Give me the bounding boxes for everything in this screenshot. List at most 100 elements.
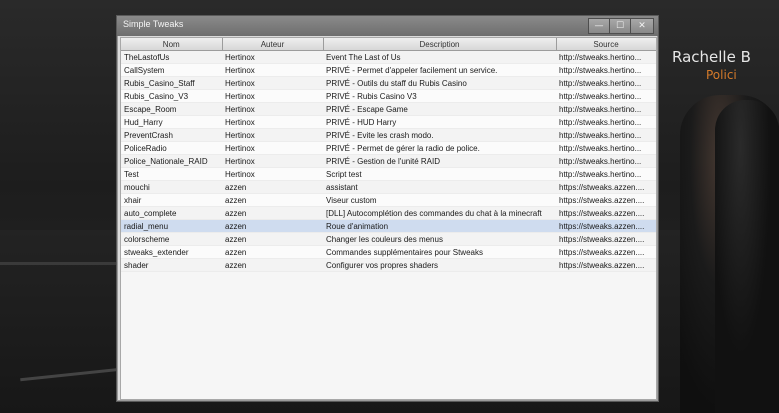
cell-nom: auto_complete <box>121 206 222 220</box>
cell-description: Configurer vos propres shaders <box>323 258 556 272</box>
cell-nom: radial_menu <box>121 219 222 233</box>
close-button[interactable]: ✕ <box>630 18 654 34</box>
cell-nom: CallSystem <box>121 63 222 77</box>
cell-nom: Rubis_Casino_Staff <box>121 76 222 90</box>
table-row[interactable]: Rubis_Casino_Staff Hertinox PRIVÉ - Outils… <box>121 76 656 90</box>
cell-nom: Test <box>121 167 222 181</box>
cell-auteur: Hertinox <box>222 76 323 90</box>
cell-description: PRIVÉ - Escape Game <box>323 102 556 116</box>
cell-source: https://stweaks.azzen.... <box>556 206 656 220</box>
background-character <box>715 100 779 413</box>
table-row[interactable]: radial_menu azzen Roue d'animation https://… <box>121 219 656 233</box>
table-row[interactable]: colorscheme azzen Changer les couleurs des… <box>121 232 656 246</box>
cell-nom: TheLastofUs <box>121 50 222 64</box>
table-row[interactable]: TheLastofUs Hertinox Event The Last of Us h… <box>121 50 656 64</box>
cell-nom: Escape_Room <box>121 102 222 116</box>
cell-auteur: azzen <box>222 193 323 207</box>
cell-description: [DLL] Autocomplétion des commandes du ch… <box>323 206 556 220</box>
cell-nom: colorscheme <box>121 232 222 246</box>
cell-description: PRIVÉ - Rubis Casino V3 <box>323 89 556 103</box>
cell-auteur: azzen <box>222 232 323 246</box>
cell-auteur: azzen <box>222 258 323 272</box>
cell-auteur: Hertinox <box>222 115 323 129</box>
table-row[interactable]: stweaks_extender azzen Commandes supplémen… <box>121 245 656 259</box>
table-row[interactable]: Escape_Room Hertinox PRIVÉ - Escape Game ht… <box>121 102 656 116</box>
cell-auteur: azzen <box>222 206 323 220</box>
table-row[interactable]: PreventCrash Hertinox PRIVÉ - Evite les cr… <box>121 128 656 142</box>
cell-description: PRIVÉ - Outils du staff du Rubis Casino <box>323 76 556 90</box>
column-header-nom[interactable]: Nom <box>121 38 223 51</box>
cell-auteur: Hertinox <box>222 154 323 168</box>
table-row[interactable]: CallSystem Hertinox PRIVÉ - Permet d'appel… <box>121 63 656 77</box>
simple-tweaks-window: Simple Tweaks — ☐ ✕ Nom Auteur Descripti… <box>116 15 659 402</box>
cell-source: http://stweaks.hertino... <box>556 128 656 142</box>
window-titlebar[interactable]: Simple Tweaks — ☐ ✕ <box>117 16 658 36</box>
tweaks-table-container[interactable]: Nom Auteur Description Source TheLastofU… <box>120 37 657 400</box>
tweaks-table: Nom Auteur Description Source TheLastofU… <box>121 38 656 272</box>
cell-description: PRIVÉ - Permet de gérer la radio de poli… <box>323 141 556 155</box>
table-row[interactable]: mouchi azzen assistant https://stweaks.azze… <box>121 180 656 194</box>
cell-description: Roue d'animation <box>323 219 556 233</box>
cell-source: https://stweaks.azzen.... <box>556 193 656 207</box>
cell-source: https://stweaks.azzen.... <box>556 258 656 272</box>
cell-description: PRIVÉ - Permet d'appeler facilement un s… <box>323 63 556 77</box>
cell-auteur: Hertinox <box>222 102 323 116</box>
cell-source: https://stweaks.azzen.... <box>556 180 656 194</box>
maximize-icon: ☐ <box>615 21 625 31</box>
cell-description: PRIVÉ - HUD Harry <box>323 115 556 129</box>
cell-auteur: Hertinox <box>222 167 323 181</box>
table-row[interactable]: auto_complete azzen [DLL] Autocomplétion d… <box>121 206 656 220</box>
cell-nom: PreventCrash <box>121 128 222 142</box>
minimize-icon: — <box>594 21 604 31</box>
cell-source: https://stweaks.azzen.... <box>556 245 656 259</box>
cell-auteur: Hertinox <box>222 63 323 77</box>
cell-source: http://stweaks.hertino... <box>556 154 656 168</box>
cell-description: Viseur custom <box>323 193 556 207</box>
cell-source: https://stweaks.azzen.... <box>556 232 656 246</box>
cell-source: http://stweaks.hertino... <box>556 89 656 103</box>
table-row[interactable]: Hud_Harry Hertinox PRIVÉ - HUD Harry http:/… <box>121 115 656 129</box>
maximize-button[interactable]: ☐ <box>609 18 631 34</box>
cell-description: PRIVÉ - Evite les crash modo. <box>323 128 556 142</box>
player-name-tag: Rachelle B <box>672 48 751 66</box>
cell-nom: Police_Nationale_RAID <box>121 154 222 168</box>
cell-nom: xhair <box>121 193 222 207</box>
cell-auteur: azzen <box>222 180 323 194</box>
cell-nom: shader <box>121 258 222 272</box>
cell-description: assistant <box>323 180 556 194</box>
window-title: Simple Tweaks <box>123 19 184 29</box>
cell-source: http://stweaks.hertino... <box>556 141 656 155</box>
table-row[interactable]: Test Hertinox Script test http://stweaks.he… <box>121 167 656 181</box>
table-row[interactable]: Rubis_Casino_V3 Hertinox PRIVÉ - Rubis Cas… <box>121 89 656 103</box>
player-rank-tag: Polici <box>706 68 737 82</box>
cell-source: http://stweaks.hertino... <box>556 50 656 64</box>
column-header-description[interactable]: Description <box>323 38 557 51</box>
cell-description: Changer les couleurs des menus <box>323 232 556 246</box>
cell-description: PRIVÉ - Gestion de l'unité RAID <box>323 154 556 168</box>
cell-auteur: Hertinox <box>222 141 323 155</box>
background-road-marking <box>0 262 120 265</box>
cell-source: http://stweaks.hertino... <box>556 63 656 77</box>
cell-nom: mouchi <box>121 180 222 194</box>
cell-auteur: Hertinox <box>222 50 323 64</box>
table-row[interactable]: Police_Nationale_RAID Hertinox PRIVÉ - Ges… <box>121 154 656 168</box>
cell-nom: PoliceRadio <box>121 141 222 155</box>
cell-source: https://stweaks.azzen.... <box>556 219 656 233</box>
table-row[interactable]: xhair azzen Viseur custom https://stweaks.a… <box>121 193 656 207</box>
cell-auteur: Hertinox <box>222 89 323 103</box>
cell-description: Event The Last of Us <box>323 50 556 64</box>
cell-source: http://stweaks.hertino... <box>556 115 656 129</box>
cell-description: Script test <box>323 167 556 181</box>
table-row[interactable]: shader azzen Configurer vos propres shader… <box>121 258 656 272</box>
column-header-auteur[interactable]: Auteur <box>222 38 324 51</box>
cell-nom: Rubis_Casino_V3 <box>121 89 222 103</box>
table-row[interactable]: PoliceRadio Hertinox PRIVÉ - Permet de gér… <box>121 141 656 155</box>
cell-nom: Hud_Harry <box>121 115 222 129</box>
table-body: TheLastofUs Hertinox Event The Last of Us h… <box>121 50 656 272</box>
cell-source: http://stweaks.hertino... <box>556 167 656 181</box>
table-header-row: Nom Auteur Description Source <box>121 38 656 51</box>
cell-auteur: azzen <box>222 219 323 233</box>
cell-source: http://stweaks.hertino... <box>556 76 656 90</box>
column-header-source[interactable]: Source <box>556 38 656 51</box>
minimize-button[interactable]: — <box>588 18 610 34</box>
